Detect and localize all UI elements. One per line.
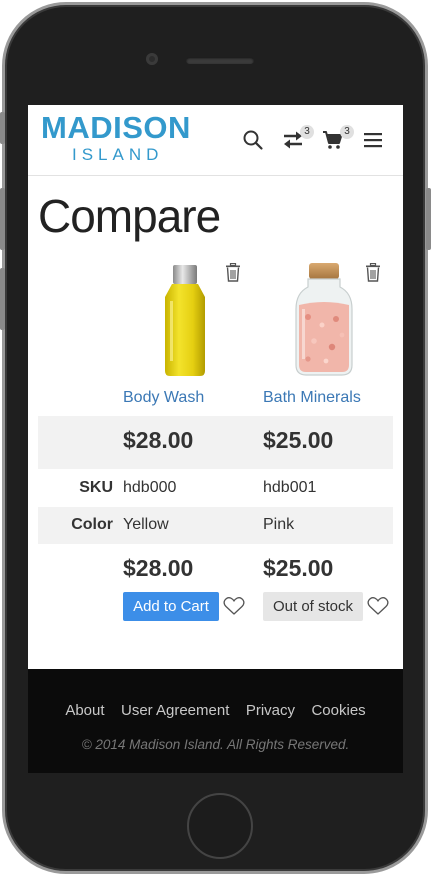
product-name-bath-minerals[interactable]: Bath Minerals [263,389,361,407]
product-price-bath-minerals: $25.00 [263,427,334,453]
remove-bath-minerals-icon[interactable] [365,262,381,282]
screen: MADISON ISLAND 3 3 Compare Body Wash Bat… [28,105,403,773]
remove-body-wash-icon[interactable] [225,262,241,282]
wishlist-heart-icon[interactable] [223,596,245,616]
color-body-wash: Yellow [123,516,169,533]
bottom-price-body-wash: $28.00 [123,555,194,581]
front-camera [146,53,158,65]
wishlist-heart-icon[interactable] [367,596,389,616]
sku-bath-minerals: hdb001 [263,479,317,496]
footer-links: About User Agreement Privacy Cookies [28,702,403,720]
add-to-cart-button[interactable]: Add to Cart [123,592,219,621]
price-row [38,416,393,469]
site-logo[interactable]: MADISON ISLAND [41,111,201,165]
page-title: Compare [38,190,221,242]
search-icon[interactable] [242,129,266,151]
footer-link-cookies[interactable]: Cookies [311,702,365,719]
out-of-stock-button: Out of stock [263,592,363,621]
footer-link-about[interactable]: About [65,702,104,719]
earpiece-speaker [186,57,254,64]
sku-label: SKU [79,479,113,496]
menu-icon[interactable] [362,129,386,151]
body-wash-image[interactable] [160,263,210,383]
logo-top-text: MADISON [41,110,191,145]
footer-link-user-agreement[interactable]: User Agreement [121,702,229,719]
logo-bottom-text: ISLAND [72,145,164,164]
compare-count-badge: 3 [300,125,314,139]
power-button [426,188,431,250]
compare-icon[interactable]: 3 [282,125,314,151]
volume-up-button [0,188,5,250]
cart-count-badge: 3 [340,125,354,139]
footer-link-privacy[interactable]: Privacy [246,702,295,719]
color-bath-minerals: Pink [263,516,295,533]
volume-down-button [0,268,5,330]
sku-body-wash: hdb000 [123,479,177,496]
product-name-body-wash[interactable]: Body Wash [123,389,204,407]
bottom-price-bath-minerals: $25.00 [263,555,334,581]
cart-icon[interactable]: 3 [322,125,354,151]
home-button[interactable] [187,793,253,859]
color-label: Color [71,516,113,533]
mute-switch [0,112,5,144]
product-price-body-wash: $28.00 [123,427,194,453]
site-header: MADISON ISLAND 3 3 [28,105,403,176]
copyright-text: © 2014 Madison Island. All Rights Reserv… [81,737,350,752]
bath-minerals-image[interactable] [294,261,354,382]
site-footer: About User Agreement Privacy Cookies © 2… [28,669,403,773]
